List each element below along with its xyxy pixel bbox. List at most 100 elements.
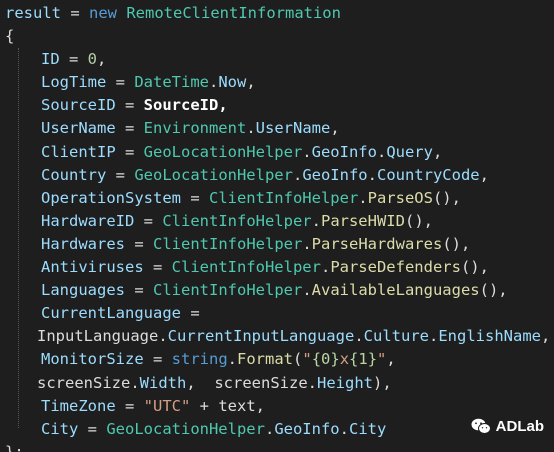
token: .: [428, 327, 439, 346]
token: GeoInfo: [302, 165, 368, 184]
token: GeoLocationHelper: [134, 165, 293, 184]
token: ": [377, 350, 387, 369]
token: .: [158, 327, 168, 346]
token: ,: [218, 96, 228, 115]
token: GeoInfo: [274, 419, 340, 438]
token: UserName: [255, 119, 331, 138]
token: ParseOS: [367, 188, 433, 207]
token: ),: [373, 373, 392, 392]
token: };: [5, 442, 24, 452]
token: (),: [442, 234, 471, 253]
code-line-16: MonitorSize = string.Format("{0}x{1}",: [0, 348, 554, 371]
code-line-9: OperationSystem = ClientInfoHelper.Parse…: [0, 187, 554, 210]
token: ,: [386, 350, 396, 369]
token: .: [302, 142, 312, 161]
code-line-6: UserName = Environment.UserName,: [0, 117, 554, 140]
token: (: [293, 350, 303, 369]
watermark-label: ADLab: [495, 417, 544, 435]
token: Languages: [41, 281, 125, 300]
token: new: [89, 4, 117, 22]
code-editor: result = new RemoteClientInformation { I…: [0, 0, 554, 452]
token: ParseDefenders: [330, 258, 461, 277]
token: ClientInfoHelper: [153, 281, 303, 300]
token: LogTime: [41, 73, 107, 92]
token: {1}: [349, 350, 378, 369]
token: ,: [330, 119, 340, 138]
token: ClientInfoHelper: [162, 211, 312, 230]
token: ClientInfoHelper: [153, 234, 303, 253]
token: (),: [432, 188, 461, 207]
token: EnglishName: [438, 327, 541, 346]
token: Format: [237, 350, 293, 369]
token: ParseHWID: [320, 211, 405, 230]
token: =: [134, 211, 163, 230]
token: =: [143, 350, 172, 369]
token: =: [125, 281, 153, 300]
code-line-10: HardwareID = ClientInfoHelper.ParseHWID(…: [0, 210, 554, 233]
token: ": [302, 350, 312, 369]
token: .: [264, 419, 275, 438]
token: =: [78, 419, 107, 438]
code-line-7: ClientIP = GeoLocationHelper.GeoInfo.Que…: [0, 141, 554, 164]
token: string: [171, 350, 228, 369]
token: City: [348, 419, 387, 438]
code-line-1: result = new RemoteClientInformation: [0, 2, 554, 25]
token: ,: [540, 327, 551, 346]
token: =: [115, 119, 144, 138]
token: Width: [139, 373, 187, 392]
token: .: [302, 234, 312, 253]
token: .: [358, 188, 368, 207]
code-line-20: };: [0, 441, 554, 452]
token: AvailableLanguages: [311, 281, 480, 300]
token: {0}: [311, 350, 340, 369]
token: Query: [386, 142, 433, 161]
token: UserName: [41, 119, 116, 138]
token: =: [106, 73, 135, 92]
token: 0: [87, 50, 98, 69]
token: =: [61, 4, 89, 22]
token: OperationSystem: [41, 188, 181, 207]
token: Environment: [143, 119, 247, 138]
token: ,: [246, 73, 256, 92]
code-line-17: screenSize.Width, screenSize.Height),: [0, 372, 554, 395]
token: ,: [97, 50, 107, 69]
token: =: [180, 304, 200, 323]
token: ClientInfoHelper: [208, 188, 359, 207]
code-line-13: Languages = ClientInfoHelper.AvailableLa…: [0, 279, 554, 302]
token: =: [115, 142, 144, 161]
token: City: [41, 419, 79, 438]
token: .: [208, 73, 219, 92]
token: result: [5, 4, 61, 22]
token: =: [180, 188, 209, 207]
token: =: [115, 96, 144, 115]
token: CurrentLanguage: [41, 304, 181, 323]
token: SourceID: [41, 96, 116, 115]
token: (),: [460, 258, 489, 277]
token: =: [125, 234, 153, 253]
token: MonitorSize: [41, 350, 144, 369]
code-line-2: {: [0, 25, 554, 48]
token: ClientIP: [41, 142, 116, 161]
token: RemoteClientInformation: [126, 4, 341, 22]
token: .: [307, 373, 318, 392]
code-line-12: Antiviruses = ClientInfoHelper.ParseDefe…: [0, 256, 554, 279]
token: GeoLocationHelper: [106, 419, 265, 438]
token: ,: [186, 373, 215, 392]
token: .: [302, 281, 312, 300]
token: =: [115, 396, 144, 415]
token: .: [246, 119, 256, 138]
token: + text,: [190, 396, 265, 415]
token: (),: [404, 211, 433, 230]
token: Culture: [363, 327, 429, 346]
token: Hardwares: [41, 234, 125, 253]
watermark: ADLab: [471, 415, 544, 438]
token: GeoLocationHelper: [143, 142, 303, 161]
token: {: [5, 27, 15, 46]
token: =: [143, 258, 172, 277]
code-line-4: LogTime = DateTime.Now,: [0, 71, 554, 94]
token: .: [311, 211, 321, 230]
token: .: [339, 419, 349, 438]
token: "UTC": [143, 396, 191, 415]
token: .: [227, 350, 237, 369]
